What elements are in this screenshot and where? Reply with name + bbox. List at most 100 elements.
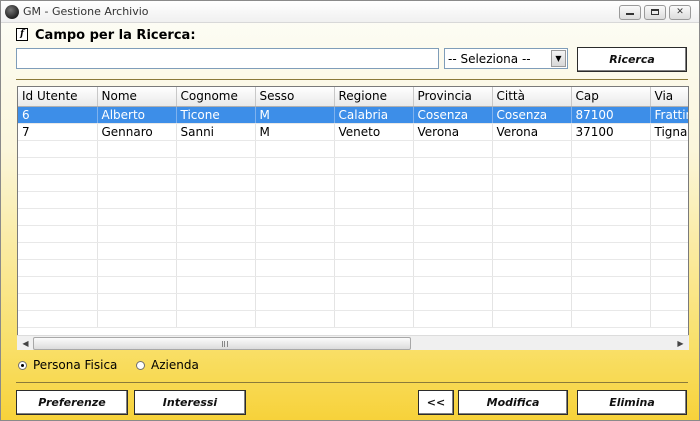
- grip-icon: [222, 341, 228, 347]
- empty-cell: [650, 293, 688, 311]
- column-header[interactable]: Sesso: [255, 87, 335, 107]
- radio-persona-fisica[interactable]: Persona Fisica: [18, 358, 128, 374]
- table-cell[interactable]: Calabria: [334, 106, 414, 124]
- column-header[interactable]: Cognome: [176, 87, 256, 107]
- column-header[interactable]: Nome: [97, 87, 177, 107]
- table-cell[interactable]: Veneto: [334, 123, 414, 141]
- table-row[interactable]: 7 Gennaro Sanni M Veneto Verona Verona 37100 Tig…: [18, 123, 688, 141]
- empty-cell: [334, 259, 414, 277]
- empty-cell: [650, 208, 688, 226]
- empty-cell: [334, 242, 414, 260]
- empty-cell: [97, 140, 177, 158]
- table-cell[interactable]: 87100: [571, 106, 651, 124]
- table-row[interactable]: 6 Alberto Ticone M Calabria Cosenza Cosenza 871…: [18, 106, 688, 124]
- empty-cell: [334, 225, 414, 243]
- empty-cell: [492, 208, 572, 226]
- empty-cell: [97, 310, 177, 328]
- empty-cell: [334, 140, 414, 158]
- column-header[interactable]: Id Utente: [18, 87, 98, 107]
- search-input[interactable]: [16, 48, 439, 69]
- table-cell[interactable]: Sanni: [176, 123, 256, 141]
- empty-cell: [650, 140, 688, 158]
- table-cell[interactable]: Alberto: [97, 106, 177, 124]
- empty-cell: [413, 157, 493, 175]
- column-header[interactable]: Regione: [334, 87, 414, 107]
- table-cell[interactable]: Gennaro: [97, 123, 177, 141]
- main-window: GM - Gestione Archivio ✕ f Campo per la …: [0, 0, 700, 421]
- records-grid[interactable]: Id Utente Nome Cognome Sesso Regione Provinci…: [17, 86, 689, 350]
- table-cell[interactable]: Cosenza: [492, 106, 572, 124]
- table-cell[interactable]: Verona: [492, 123, 572, 141]
- empty-cell: [255, 293, 335, 311]
- empty-cell: [413, 225, 493, 243]
- column-header[interactable]: Via: [650, 87, 688, 107]
- table-cell[interactable]: M: [255, 106, 335, 124]
- radio-label: Persona Fisica: [33, 358, 118, 372]
- maximize-button[interactable]: [644, 5, 666, 20]
- empty-cell: [255, 310, 335, 328]
- table-cell[interactable]: 7: [18, 123, 98, 141]
- empty-cell: [492, 293, 572, 311]
- title-bar[interactable]: GM - Gestione Archivio ✕: [1, 1, 699, 23]
- empty-cell: [492, 242, 572, 260]
- empty-cell: [176, 191, 256, 209]
- empty-cell: [492, 276, 572, 294]
- column-header[interactable]: Cap: [571, 87, 651, 107]
- empty-cell: [18, 293, 98, 311]
- scroll-left-icon[interactable]: ◀: [18, 337, 33, 350]
- empty-cell: [176, 140, 256, 158]
- empty-row: [18, 140, 688, 158]
- empty-cell: [18, 208, 98, 226]
- radio-dot[interactable]: [136, 361, 145, 370]
- empty-cell: [650, 174, 688, 192]
- empty-cell: [492, 174, 572, 192]
- back-button[interactable]: <<: [418, 390, 454, 415]
- column-header[interactable]: Provincia: [413, 87, 493, 107]
- empty-cell: [176, 208, 256, 226]
- empty-cell: [492, 259, 572, 277]
- table-cell[interactable]: Cosenza: [413, 106, 493, 124]
- empty-cell: [255, 208, 335, 226]
- table-cell[interactable]: Frattin: [650, 106, 688, 124]
- maximize-icon: [651, 9, 659, 15]
- scroll-thumb[interactable]: [33, 337, 411, 350]
- search-label: Campo per la Ricerca:: [35, 28, 196, 43]
- empty-cell: [571, 259, 651, 277]
- empty-cell: [492, 225, 572, 243]
- modifica-button[interactable]: Modifica: [458, 390, 568, 415]
- empty-cell: [97, 174, 177, 192]
- horizontal-scrollbar[interactable]: ◀ ▶: [17, 335, 689, 350]
- search-field-select[interactable]: -- Seleziona -- ▼: [444, 48, 568, 69]
- close-button[interactable]: ✕: [669, 5, 691, 20]
- table-cell[interactable]: M: [255, 123, 335, 141]
- column-header[interactable]: Città: [492, 87, 572, 107]
- field-list-icon[interactable]: f: [16, 28, 28, 41]
- table-cell[interactable]: Verona: [413, 123, 493, 141]
- empty-cell: [413, 208, 493, 226]
- scroll-right-icon[interactable]: ▶: [673, 337, 688, 350]
- empty-cell: [255, 242, 335, 260]
- preferenze-button[interactable]: Preferenze: [16, 390, 128, 415]
- empty-cell: [571, 208, 651, 226]
- interessi-button[interactable]: Interessi: [134, 390, 246, 415]
- minimize-button[interactable]: [619, 5, 641, 20]
- empty-cell: [255, 174, 335, 192]
- table-cell[interactable]: 37100: [571, 123, 651, 141]
- radio-dot[interactable]: [18, 361, 27, 370]
- radio-azienda[interactable]: Azienda: [136, 358, 226, 374]
- empty-cell: [413, 293, 493, 311]
- empty-cell: [176, 157, 256, 175]
- search-button[interactable]: Ricerca: [577, 47, 687, 72]
- empty-cell: [571, 174, 651, 192]
- empty-cell: [18, 191, 98, 209]
- empty-row: [18, 293, 688, 311]
- chevron-down-icon[interactable]: ▼: [551, 50, 566, 67]
- empty-cell: [492, 310, 572, 328]
- empty-row: [18, 276, 688, 294]
- elimina-button[interactable]: Elimina: [577, 390, 687, 415]
- table-cell[interactable]: Ticone: [176, 106, 256, 124]
- table-cell[interactable]: 6: [18, 106, 98, 124]
- table-cell[interactable]: Tigna: [650, 123, 688, 141]
- empty-cell: [571, 242, 651, 260]
- empty-cell: [176, 242, 256, 260]
